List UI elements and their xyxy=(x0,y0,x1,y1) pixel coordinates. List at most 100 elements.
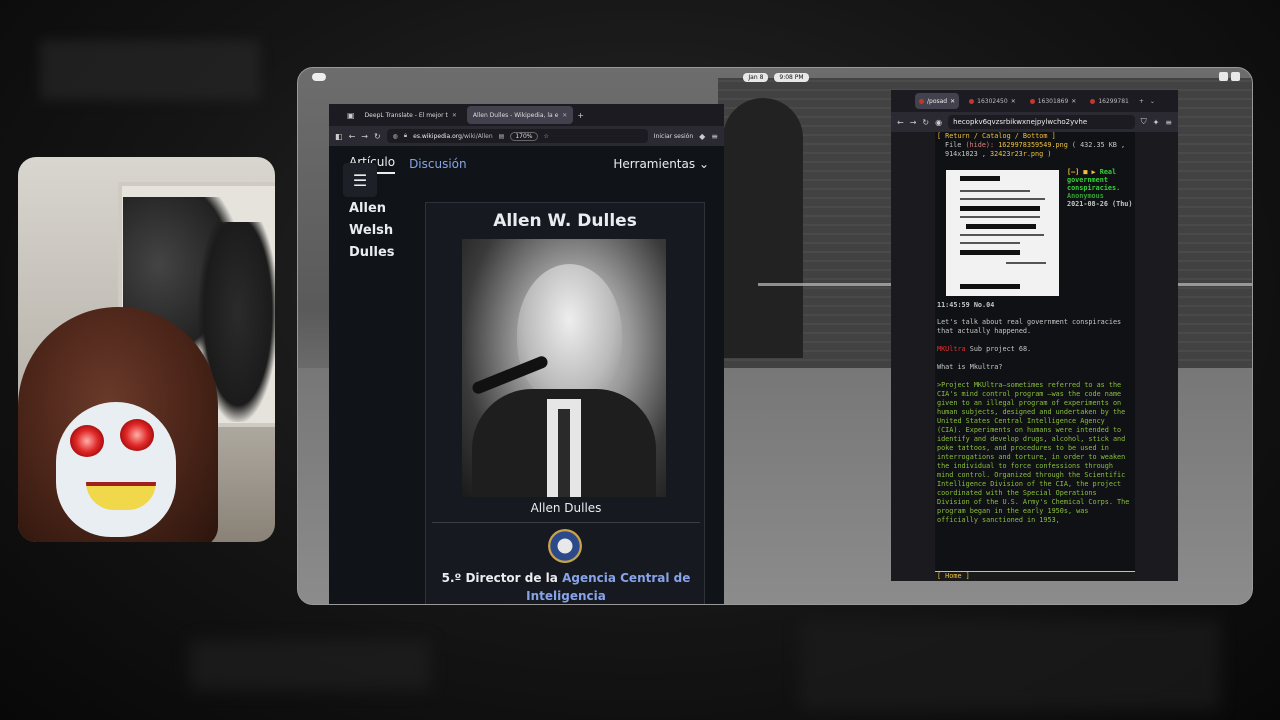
system-clock[interactable]: Jan 8 9:08 PM xyxy=(743,72,809,82)
cia-seal-icon[interactable] xyxy=(548,529,582,563)
file-link[interactable]: 1629978359549.png xyxy=(998,141,1068,149)
thread-nav[interactable]: [ Return / Catalog / Bottom ] xyxy=(935,132,1135,141)
post-date: 2021-08-26 (Thu) xyxy=(1067,200,1133,208)
article-tabs: Artículo Discusión Herramientas ⌄ xyxy=(349,152,709,176)
favicon-icon xyxy=(969,98,975,104)
extension-icon[interactable]: ✦ xyxy=(1153,118,1160,127)
tools-dropdown[interactable]: Herramientas ⌄ xyxy=(613,157,709,171)
portrait-tie xyxy=(558,409,570,497)
tab-strip: /posad ✕ 16302450 ✕ 16301869 ✕ 16299781 … xyxy=(891,90,1178,112)
office-prefix: 5.º Director de la xyxy=(441,571,563,585)
tray-window-icon[interactable] xyxy=(1231,72,1240,81)
tab-thread[interactable]: 16301869 ✕ xyxy=(1026,93,1081,109)
post-number[interactable]: 11:45:59 No.04 xyxy=(937,301,994,310)
redacted-tag: MKUltra xyxy=(937,345,966,353)
new-tab-icon[interactable]: + xyxy=(577,111,584,120)
portrait-photo[interactable] xyxy=(462,239,666,497)
browser-window-imageboard: /posad ✕ 16302450 ✕ 16301869 ✕ 16299781 … xyxy=(891,90,1178,581)
close-icon[interactable]: ✕ xyxy=(1071,98,1076,105)
office-title: 5.º Director de la Agencia Central de In… xyxy=(426,569,706,604)
shield-icon[interactable]: ⛉ xyxy=(1141,117,1147,127)
favicon-icon xyxy=(1029,98,1035,104)
forward-arrow-icon[interactable]: → xyxy=(910,118,917,127)
back-arrow-icon[interactable]: ← xyxy=(897,118,904,127)
reload-icon[interactable]: ↻ xyxy=(922,118,929,127)
system-tray xyxy=(1219,72,1240,81)
extension-icon[interactable]: ◆ xyxy=(699,132,705,141)
tab-list-icon[interactable]: ▣ xyxy=(347,111,355,120)
background-blur xyxy=(190,640,430,690)
wallpaper-arch xyxy=(723,98,803,358)
background-blur xyxy=(40,40,260,100)
url-domain: es.wikipedia.org xyxy=(413,132,462,140)
main-menu-button[interactable]: ☰ xyxy=(343,163,377,197)
close-icon[interactable]: ✕ xyxy=(452,112,457,119)
browser-window-wikipedia: ▣ DeepL Translate - El mejor t ✕ Allen D… xyxy=(329,104,724,604)
post-image[interactable] xyxy=(946,170,1059,296)
activities-button[interactable] xyxy=(312,73,326,81)
post-body: Let's talk about real government conspir… xyxy=(937,318,1133,534)
post-header: [–] ■ ▶ Real government conspiracies. An… xyxy=(1067,168,1135,208)
bookmark-star-icon[interactable]: ☆ xyxy=(544,133,549,140)
thread-page: [ Return / Catalog / Bottom ] File (hide… xyxy=(935,132,1135,581)
chevron-down-icon[interactable]: ⌄ xyxy=(1150,98,1155,105)
navigation-bar: ← → ↻ ◉ hecopkv6qvzsrbikwxnejpylwcho2yvh… xyxy=(891,112,1178,132)
navigation-bar: ◧ ← → ↻ ◍ 🔒︎ es.wikipedia.org/wiki/Allen… xyxy=(329,126,724,146)
new-tab-icon[interactable]: + xyxy=(1139,98,1144,105)
url-bar[interactable]: ◍ 🔒︎ es.wikipedia.org/wiki/Allen ▤ 170% … xyxy=(386,129,648,143)
page-title-line: Dulles xyxy=(349,245,395,260)
stream-scene: Jan 8 9:08 PM ▣ DeepL Translate - El mej… xyxy=(0,0,1280,720)
url-path: /wiki/Allen xyxy=(461,132,493,140)
favicon-icon xyxy=(1090,98,1096,104)
tab-strip: ▣ DeepL Translate - El mejor t ✕ Allen D… xyxy=(329,104,724,126)
lock-icon[interactable]: 🔒︎ xyxy=(404,132,407,140)
webcam-overlay xyxy=(18,157,275,542)
menu-icon[interactable]: ≡ xyxy=(711,132,718,141)
wikipedia-page: Artículo Discusión Herramientas ⌄ ☰ Alle… xyxy=(329,146,724,604)
tab-label: Allen Dulles - Wikipedia, la e xyxy=(472,111,559,119)
home-link[interactable]: [ Home ] xyxy=(935,571,1135,581)
tab-deepl[interactable]: DeepL Translate - El mejor t ✕ xyxy=(359,106,463,124)
back-arrow-icon[interactable]: ← xyxy=(349,132,356,141)
forward-arrow-icon[interactable]: → xyxy=(361,132,368,141)
tab-wikipedia[interactable]: Allen Dulles - Wikipedia, la e ✕ xyxy=(466,106,574,124)
tab-label: DeepL Translate - El mejor t xyxy=(364,111,448,119)
infobox-title: Allen W. Dulles xyxy=(493,211,637,231)
post-controls[interactable]: [–] ■ ▶ xyxy=(1067,168,1096,176)
hide-link[interactable]: (hide): xyxy=(965,141,994,149)
close-icon[interactable]: ✕ xyxy=(950,98,955,105)
background-blur xyxy=(800,620,1220,710)
zoom-level[interactable]: 170% xyxy=(510,131,538,141)
reload-icon[interactable]: ↻ xyxy=(374,132,381,141)
post-paragraph: Let's talk about real government conspir… xyxy=(937,318,1122,335)
list-icon: ☰ xyxy=(352,170,368,190)
system-topbar: Jan 8 9:08 PM xyxy=(298,68,1252,86)
signin-button[interactable]: Iniciar sesión xyxy=(654,133,693,140)
tab-discussion[interactable]: Discusión xyxy=(409,157,467,171)
page-title: Allen Welsh Dulles xyxy=(349,198,409,264)
clock-date: Jan 8 xyxy=(743,72,769,82)
file-original-name[interactable]: 32423r23r.png xyxy=(990,150,1043,158)
shield-icon[interactable]: ◍ xyxy=(393,133,398,140)
tab-thread[interactable]: 16299781 xyxy=(1086,93,1133,109)
image-caption: Allen Dulles xyxy=(530,501,602,515)
menu-icon[interactable]: ≡ xyxy=(1165,118,1172,127)
page-title-line: Welsh xyxy=(349,223,394,238)
post-paragraph: MKUltra Sub project 68. xyxy=(937,345,1032,353)
close-icon[interactable]: ✕ xyxy=(562,112,567,119)
file-info: File (hide): 1629978359549.png ( 432.35 … xyxy=(945,141,1126,158)
tray-window-icon[interactable] xyxy=(1219,72,1228,81)
mask-eye-right xyxy=(120,419,154,451)
reader-icon[interactable]: ▤ xyxy=(499,133,505,140)
streamer-mask xyxy=(56,402,176,537)
greentext-quote: >Project MKUltra—sometimes referred to a… xyxy=(937,381,1130,524)
tor-onion-icon[interactable]: ◉ xyxy=(935,118,942,127)
post-paragraph: What is Mkultra? xyxy=(937,363,1003,371)
sidebar-icon[interactable]: ◧ xyxy=(335,132,343,141)
tab-thread[interactable]: 16302450 ✕ xyxy=(965,93,1020,109)
close-icon[interactable]: ✕ xyxy=(1011,98,1016,105)
url-bar[interactable]: hecopkv6qvzsrbikwxnejpylwcho2yvhe xyxy=(948,115,1135,129)
tab-board[interactable]: /posad ✕ xyxy=(915,93,960,109)
post-author: Anonymous xyxy=(1067,192,1104,200)
desktop-frame: Jan 8 9:08 PM ▣ DeepL Translate - El mej… xyxy=(297,67,1253,605)
